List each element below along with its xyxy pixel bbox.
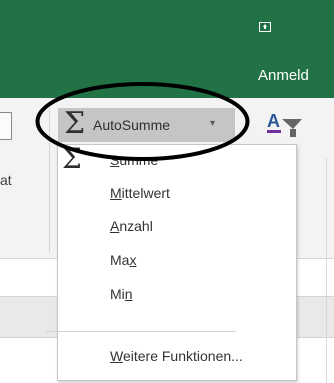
menu-item-average-label: Mittelwert <box>110 185 170 201</box>
format-icon[interactable] <box>0 112 12 140</box>
menu-item-sum[interactable]: Σ Summe <box>58 142 296 177</box>
autosum-dropdown-menu: Σ Summe Mittelwert Anzahl Max Min Weiter… <box>57 142 297 381</box>
menu-separator <box>46 331 236 332</box>
upload-icon[interactable] <box>259 22 271 32</box>
menu-item-more-functions-label: Weitere Funktionen... <box>110 348 243 364</box>
sort-filter-icon[interactable]: A <box>265 110 311 140</box>
ribbon-divider <box>49 108 50 253</box>
svg-text:A: A <box>267 111 280 131</box>
chevron-down-icon[interactable]: ▾ <box>210 118 215 129</box>
column-divider <box>326 158 327 383</box>
menu-item-sum-label: Summe <box>110 152 159 168</box>
menu-item-count-label: Anzahl <box>110 218 153 234</box>
menu-item-min-label: Min <box>110 286 133 302</box>
sigma-icon: Σ <box>62 142 82 175</box>
menu-item-count[interactable]: Anzahl <box>58 211 296 243</box>
autosum-label[interactable]: AutoSumme <box>93 117 170 133</box>
sign-in-link[interactable]: Anmeld <box>258 67 309 84</box>
menu-item-max[interactable]: Max <box>58 245 296 277</box>
menu-item-max-label: Max <box>110 252 137 268</box>
format-button-label[interactable]: at <box>0 172 12 188</box>
sigma-icon: Σ <box>64 106 86 141</box>
menu-item-more-functions[interactable]: Weitere Funktionen... <box>58 341 296 373</box>
menu-item-min[interactable]: Min <box>58 279 296 311</box>
menu-item-average[interactable]: Mittelwert <box>58 178 296 210</box>
